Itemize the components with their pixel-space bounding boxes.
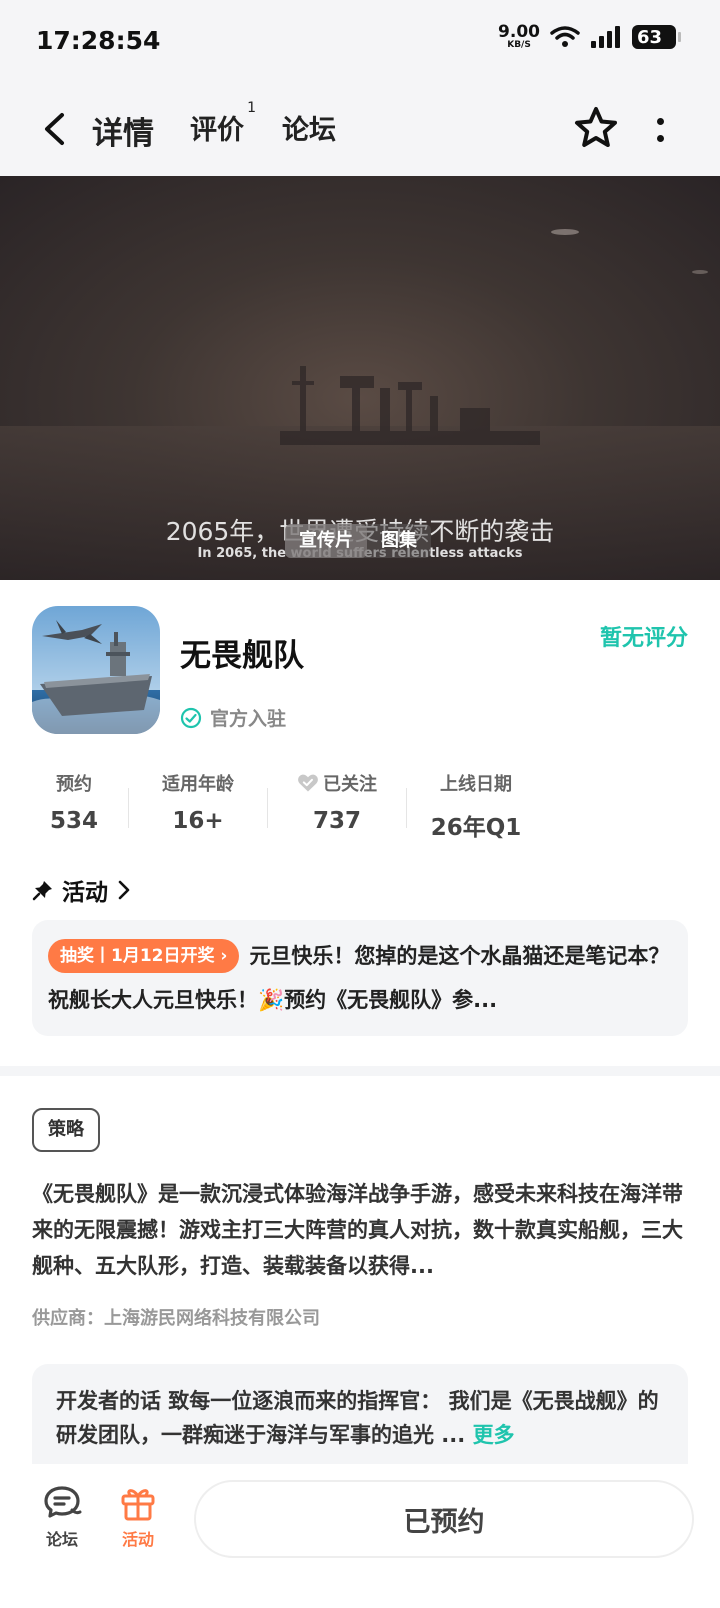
section-divider bbox=[0, 1066, 720, 1076]
status-bar: 17:28:54 9.00 KB/S 63 bbox=[0, 0, 720, 84]
tab-forum[interactable]: 论坛 bbox=[282, 108, 336, 147]
official-badge: 官方入驻 bbox=[180, 704, 286, 731]
stat-value: 26年Q1 bbox=[430, 815, 522, 841]
stat-label: 适用年龄 bbox=[162, 774, 234, 795]
star-icon bbox=[575, 107, 617, 147]
app-name: 无畏舰队 bbox=[180, 638, 304, 674]
stat-label: 上线日期 bbox=[440, 774, 512, 795]
game-description[interactable]: 《无畏舰队》是一款沉浸式体验海洋战争手游，感受未来科技在海洋带来的无限震撼！游戏… bbox=[32, 1176, 688, 1284]
tab-detail-label: 详情 bbox=[92, 116, 154, 152]
tab-forum-label: 论坛 bbox=[282, 115, 336, 146]
tab-detail[interactable]: 详情 bbox=[88, 108, 158, 155]
activity-card[interactable]: 抽奖丨1月12日开奖 › 元旦快乐！您掉的是这个水晶猫还是笔记本？ 祝舰长大人元旦… bbox=[32, 920, 688, 1036]
signal-icon bbox=[591, 26, 620, 48]
activity-section-header[interactable]: 活动 bbox=[32, 873, 132, 907]
stat-value: 16+ bbox=[172, 808, 224, 834]
more-icon bbox=[656, 118, 664, 125]
more-link[interactable]: 更多 bbox=[473, 1423, 515, 1447]
stat-value: 534 bbox=[49, 808, 98, 834]
more-button[interactable] bbox=[648, 110, 672, 150]
app-icon bbox=[32, 606, 160, 734]
stat-label: 预约 bbox=[56, 774, 92, 795]
tab-review-badge: 1 bbox=[247, 100, 256, 116]
tab-trailer[interactable]: 宣传片 bbox=[285, 524, 367, 558]
bottom-action-bar: 论坛 活动 已预约 bbox=[0, 1464, 720, 1608]
net-speed: 9.00 KB/S bbox=[498, 24, 540, 50]
stat-label-text: 已关注 bbox=[323, 774, 377, 795]
stat-value: 737 bbox=[312, 808, 361, 834]
lottery-tag-label: 抽奖丨1月12日开奖 bbox=[60, 946, 215, 966]
rating-label: 暂无评分 bbox=[599, 626, 688, 651]
more-icon-dot bbox=[656, 135, 664, 142]
tab-review-label: 评价 bbox=[190, 115, 244, 146]
net-speed-unit: KB/S bbox=[507, 40, 531, 50]
tab-gallery[interactable]: 图集 bbox=[367, 524, 431, 558]
forum-chat-icon bbox=[44, 1486, 82, 1518]
battery-icon: 63 bbox=[632, 25, 681, 49]
top-nav: 详情 评价 1 论坛 bbox=[0, 84, 720, 176]
stats-row: 预约 534 适用年龄 16+ 已关注 737 上线日期 26年Q1 bbox=[32, 770, 552, 841]
wifi-icon bbox=[550, 26, 580, 47]
tab-review[interactable]: 评价 1 bbox=[190, 100, 256, 147]
pin-icon bbox=[32, 881, 52, 901]
battery-level: 63 bbox=[637, 26, 663, 48]
genre-tag[interactable]: 策略 bbox=[32, 1108, 100, 1152]
activity-title: 活动 bbox=[62, 880, 108, 906]
activity-button-label: 活动 bbox=[121, 1530, 154, 1549]
official-label: 官方入驻 bbox=[210, 708, 287, 730]
media-tabs: 宣传片 图集 bbox=[285, 524, 431, 558]
stat-reservations: 预约 534 bbox=[32, 770, 116, 838]
chevron-right-icon bbox=[118, 880, 130, 900]
net-speed-value: 9.00 bbox=[498, 22, 540, 42]
stat-label: 已关注 bbox=[297, 770, 377, 796]
developer-note-text: 开发者的话 致每一位逐浪而来的指挥官： 我们是《无畏战舰》的研发团队，一群痴迷于… bbox=[56, 1389, 659, 1447]
status-time: 17:28:54 bbox=[36, 26, 161, 55]
stat-followers[interactable]: 已关注 737 bbox=[268, 770, 406, 838]
lottery-tag[interactable]: 抽奖丨1月12日开奖 › bbox=[48, 939, 240, 973]
status-icons: 9.00 KB/S 63 bbox=[498, 24, 681, 50]
forum-button[interactable]: 论坛 bbox=[32, 1484, 92, 1550]
forum-button-label: 论坛 bbox=[45, 1530, 78, 1549]
favorite-button[interactable] bbox=[572, 104, 620, 152]
gift-icon bbox=[121, 1489, 155, 1521]
developer-note-card[interactable]: 开发者的话 致每一位逐浪而来的指挥官： 我们是《无畏战舰》的研发团队，一群痴迷于… bbox=[32, 1364, 688, 1464]
promo-video[interactable]: 2065年，世界遭受持续不断的袭击 In 2065, the world suf… bbox=[0, 176, 720, 580]
supplier-info: 供应商：上海游民网络科技有限公司 bbox=[32, 1308, 320, 1329]
chevron-right-icon: › bbox=[220, 946, 228, 966]
back-icon bbox=[45, 113, 64, 145]
heart-icon bbox=[298, 774, 318, 792]
verified-check-icon bbox=[180, 707, 202, 728]
stat-age-rating: 适用年龄 16+ bbox=[129, 770, 267, 838]
back-button[interactable] bbox=[34, 106, 74, 152]
stat-launch-date: 上线日期 26年Q1 bbox=[407, 770, 545, 841]
reserved-button[interactable]: 已预约 bbox=[194, 1480, 694, 1558]
activity-button[interactable]: 活动 bbox=[108, 1484, 168, 1550]
